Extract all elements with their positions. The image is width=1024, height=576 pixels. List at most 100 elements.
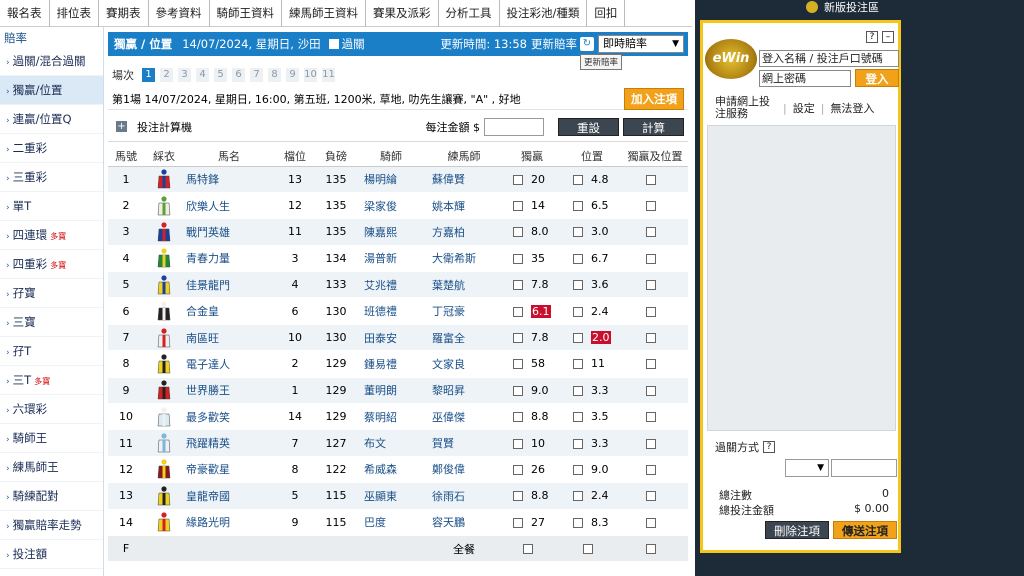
horse-name[interactable]: 青春力量 [184, 245, 274, 273]
sidebar-item[interactable]: › 二重彩 [0, 134, 103, 163]
win-place-checkbox[interactable] [646, 333, 656, 344]
race-number[interactable]: 9 [286, 68, 299, 82]
win-checkbox[interactable] [513, 253, 523, 264]
race-number[interactable]: 10 [304, 68, 317, 82]
race-number[interactable]: 8 [268, 68, 281, 82]
horse-name[interactable]: 南區旺 [184, 324, 274, 352]
race-number[interactable]: 2 [160, 68, 173, 82]
sidebar-item[interactable]: › 騎師王 [0, 424, 103, 453]
field-win-place-checkbox[interactable] [646, 544, 656, 555]
parlay-checkbox[interactable] [328, 39, 339, 49]
help-icon[interactable]: ? [866, 31, 878, 43]
nav-item[interactable]: 賽果及派彩 [366, 0, 439, 27]
win-checkbox[interactable] [513, 517, 523, 528]
place-checkbox[interactable] [573, 227, 583, 238]
win-place-checkbox[interactable] [646, 491, 656, 502]
place-checkbox[interactable] [573, 280, 583, 291]
horse-name[interactable]: 佳景龍門 [184, 271, 274, 299]
jockey[interactable]: 田泰安 [356, 324, 426, 352]
help-icon[interactable]: ? [763, 441, 775, 453]
jockey[interactable]: 蔡明紹 [356, 403, 426, 431]
sidebar-item[interactable]: › 三重彩 [0, 163, 103, 192]
per-bet-input[interactable] [484, 117, 544, 136]
place-checkbox[interactable] [573, 253, 583, 264]
trainer[interactable]: 巫偉傑 [426, 403, 502, 431]
win-checkbox[interactable] [513, 385, 523, 396]
sidebar-item[interactable]: › 三T 多寶 [0, 366, 103, 395]
win-place-checkbox[interactable] [646, 385, 656, 396]
trainer[interactable]: 容天鵬 [426, 509, 502, 536]
apply-link[interactable]: 申請網上投注服務 [715, 96, 777, 120]
jockey[interactable]: 楊明綸 [356, 166, 426, 193]
race-number[interactable]: 1 [142, 68, 155, 82]
expand-icon[interactable]: + [116, 121, 127, 132]
horse-name[interactable]: 戰鬥英雄 [184, 218, 274, 246]
win-checkbox[interactable] [513, 306, 523, 317]
new-site-link[interactable]: 新版投注區 [806, 0, 926, 14]
sidebar-item[interactable]: › 連贏/位置Q [0, 105, 103, 134]
parlay-mode-select[interactable]: ▼ [785, 459, 829, 477]
win-checkbox[interactable] [513, 359, 523, 370]
sidebar-item[interactable]: › 練馬師王 [0, 453, 103, 482]
jockey[interactable]: 陳嘉熙 [356, 218, 426, 246]
jockey[interactable]: 希威森 [356, 456, 426, 484]
win-place-checkbox[interactable] [646, 359, 656, 370]
trainer[interactable]: 賀賢 [426, 429, 502, 457]
horse-name[interactable]: 飛躍精英 [184, 429, 274, 457]
win-checkbox[interactable] [513, 227, 523, 238]
place-checkbox[interactable] [573, 174, 583, 185]
jockey[interactable]: 布文 [356, 429, 426, 457]
win-checkbox[interactable] [513, 491, 523, 502]
parlay-amount-stepper[interactable] [831, 459, 897, 477]
calculate-button[interactable]: 計算 [623, 117, 684, 136]
place-checkbox[interactable] [573, 412, 583, 423]
jockey[interactable]: 班德禮 [356, 297, 426, 325]
horse-name[interactable]: 欣樂人生 [184, 192, 274, 220]
jockey[interactable]: 鍾易禮 [356, 350, 426, 378]
trainer[interactable]: 蘇偉賢 [426, 166, 502, 193]
jockey[interactable]: 艾兆禮 [356, 271, 426, 299]
place-checkbox[interactable] [573, 306, 583, 317]
sidebar-item[interactable]: › 三寶 [0, 308, 103, 337]
trainer[interactable]: 文家良 [426, 350, 502, 378]
sidebar-item[interactable]: › 騎練配對 [0, 482, 103, 511]
horse-name[interactable]: 馬特鋒 [184, 166, 274, 193]
trainer[interactable]: 姚本輝 [426, 192, 502, 220]
nav-item[interactable]: 參考資料 [149, 0, 210, 27]
field-place-checkbox[interactable] [583, 544, 593, 555]
place-checkbox[interactable] [573, 438, 583, 449]
login-button[interactable]: 登入 [855, 69, 899, 87]
race-number[interactable]: 3 [178, 68, 191, 82]
place-checkbox[interactable] [573, 385, 583, 396]
place-checkbox[interactable] [573, 491, 583, 502]
trainer[interactable]: 羅富全 [426, 324, 502, 352]
race-number[interactable]: 5 [214, 68, 227, 82]
jockey[interactable]: 梁家俊 [356, 192, 426, 220]
win-place-checkbox[interactable] [646, 253, 656, 264]
place-checkbox[interactable] [573, 464, 583, 475]
race-number[interactable]: 6 [232, 68, 245, 82]
win-place-checkbox[interactable] [646, 438, 656, 449]
win-place-checkbox[interactable] [646, 464, 656, 475]
trainer[interactable]: 徐雨石 [426, 482, 502, 510]
horse-name[interactable]: 緣路光明 [184, 509, 274, 536]
horse-name[interactable]: 最多歡笑 [184, 403, 274, 431]
win-place-checkbox[interactable] [646, 517, 656, 528]
sidebar-item[interactable]: › 六環彩 [0, 395, 103, 424]
win-place-checkbox[interactable] [646, 412, 656, 423]
sidebar-item[interactable]: › 獨贏/位置 [0, 76, 103, 105]
nav-item[interactable]: 騎師王資料 [210, 0, 282, 27]
nav-item[interactable]: 投注彩池/種類 [500, 0, 588, 27]
send-bets-button[interactable]: 傳送注項 [833, 521, 897, 539]
nav-item[interactable]: 分析工具 [439, 0, 500, 27]
race-number[interactable]: 7 [250, 68, 263, 82]
trainer[interactable]: 黎昭昇 [426, 377, 502, 405]
win-checkbox[interactable] [513, 174, 523, 185]
field-win-checkbox[interactable] [523, 544, 533, 555]
horse-name[interactable]: 合金皇 [184, 297, 274, 325]
trainer[interactable]: 葉楚航 [426, 271, 502, 299]
win-place-checkbox[interactable] [646, 306, 656, 317]
nav-item[interactable]: 排位表 [50, 0, 99, 27]
odds-mode-select[interactable]: 即時賠率 ▼ [598, 35, 684, 53]
win-place-checkbox[interactable] [646, 227, 656, 238]
